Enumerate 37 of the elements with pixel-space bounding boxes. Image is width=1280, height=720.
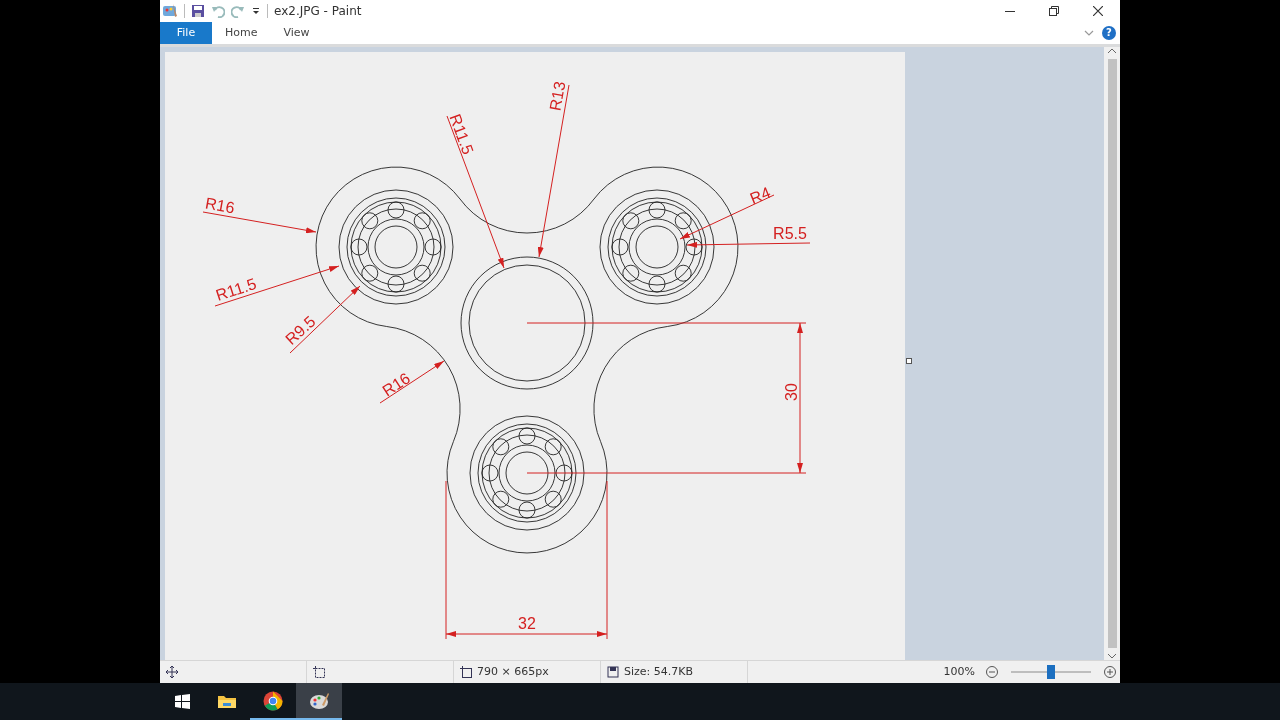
paint-taskbar-button[interactable] bbox=[296, 683, 342, 720]
scroll-down-icon[interactable] bbox=[1107, 651, 1117, 660]
dimension-label: R13 bbox=[546, 79, 569, 112]
scrollbar-thumb[interactable] bbox=[1107, 58, 1117, 648]
dimension-label: 32 bbox=[518, 614, 536, 632]
move-cursor-icon bbox=[166, 665, 178, 678]
restore-icon bbox=[1049, 6, 1059, 16]
save-icon bbox=[607, 665, 619, 678]
image-size-icon bbox=[460, 665, 472, 678]
image-dimensions-text: 790 × 665px bbox=[477, 665, 549, 679]
resize-handle[interactable] bbox=[906, 357, 912, 364]
customize-dropdown-icon[interactable] bbox=[251, 5, 261, 17]
dimension-label: R11.5 bbox=[213, 274, 259, 304]
browser-icon bbox=[263, 690, 283, 711]
dimension-label: R16 bbox=[204, 194, 236, 216]
save-icon[interactable] bbox=[191, 4, 205, 18]
file-size-text: Size: 54.7KB bbox=[624, 665, 694, 679]
dimension-label: R4 bbox=[747, 183, 773, 207]
dimension-label: R11.5 bbox=[446, 111, 477, 157]
dimension-label: 30 bbox=[783, 382, 800, 401]
selection-size-icon bbox=[313, 665, 325, 678]
scroll-up-icon[interactable] bbox=[1107, 46, 1117, 55]
zoom-out-icon[interactable] bbox=[986, 665, 998, 678]
zoom-in-icon[interactable] bbox=[1104, 665, 1116, 678]
ribbon-tab[interactable]: View bbox=[270, 22, 323, 44]
dimension-label: R16 bbox=[379, 368, 414, 400]
help-button[interactable]: ? bbox=[1102, 25, 1116, 40]
ribbon-tab[interactable]: Home bbox=[212, 22, 271, 44]
zoom-slider-thumb[interactable] bbox=[1047, 664, 1055, 679]
palette-icon bbox=[309, 690, 329, 711]
zoom-level-text: 100% bbox=[943, 665, 975, 679]
window-title: ex2.JPG - Paint bbox=[274, 4, 362, 18]
close-icon bbox=[1093, 6, 1103, 16]
paint-app-icon[interactable] bbox=[162, 3, 178, 19]
dimension-label: R5.5 bbox=[773, 224, 807, 242]
windows-logo-icon bbox=[174, 694, 190, 709]
file-menu-button[interactable]: File bbox=[160, 22, 212, 44]
